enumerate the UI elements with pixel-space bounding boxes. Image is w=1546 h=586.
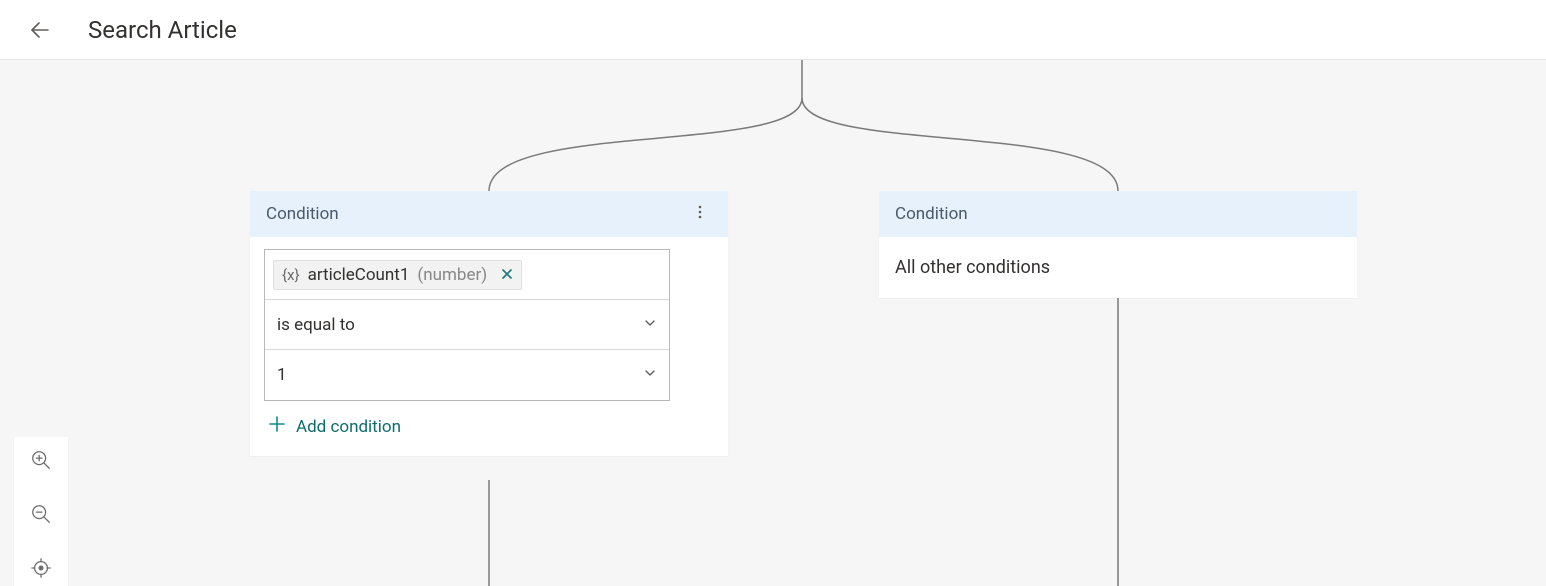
condition-rule-box: {x} articleCount1 (number) is equal to	[264, 249, 670, 401]
condition-card-left[interactable]: Condition {x} articleCount1 (number)	[250, 191, 728, 456]
zoom-in-icon	[30, 449, 52, 471]
page-title: Search Article	[88, 16, 237, 44]
operator-value: is equal to	[277, 315, 355, 335]
chevron-down-icon	[643, 365, 657, 385]
target-icon	[30, 557, 52, 579]
more-menu-button[interactable]	[688, 204, 712, 224]
variable-type: (number)	[417, 265, 487, 285]
zoom-out-button[interactable]	[30, 503, 52, 529]
value-text: 1	[277, 365, 287, 385]
condition-header-label: Condition	[266, 204, 339, 224]
condition-card-right[interactable]: Condition All other conditions	[879, 191, 1357, 298]
condition-header[interactable]: Condition	[250, 191, 728, 237]
chevron-down-icon	[643, 315, 657, 335]
vertical-dots-icon	[692, 204, 708, 220]
zoom-in-button[interactable]	[30, 449, 52, 475]
remove-variable-button[interactable]	[501, 266, 513, 284]
variable-name: articleCount1	[308, 265, 410, 285]
operator-select[interactable]: is equal to	[265, 300, 669, 350]
add-condition-label: Add condition	[296, 417, 401, 437]
add-condition-button[interactable]: Add condition	[264, 415, 714, 438]
close-icon	[501, 268, 513, 280]
condition-body-text: All other conditions	[879, 237, 1357, 298]
fit-view-button[interactable]	[30, 557, 52, 583]
arrow-left-icon	[28, 18, 52, 42]
condition-header[interactable]: Condition	[879, 191, 1357, 237]
branch-connector	[0, 60, 1546, 586]
zoom-toolbar	[14, 437, 68, 586]
zoom-out-icon	[30, 503, 52, 525]
condition-header-label: Condition	[895, 204, 968, 224]
variable-chip[interactable]: {x} articleCount1 (number)	[273, 260, 522, 290]
condition-body: {x} articleCount1 (number) is equal to	[250, 237, 728, 456]
back-button[interactable]	[20, 10, 60, 50]
value-select[interactable]: 1	[265, 350, 669, 400]
plus-icon	[268, 415, 286, 438]
variable-brace-icon: {x}	[282, 266, 300, 284]
variable-row[interactable]: {x} articleCount1 (number)	[265, 250, 669, 300]
header-bar: Search Article	[0, 0, 1546, 60]
flow-canvas: Condition {x} articleCount1 (number)	[0, 60, 1546, 586]
